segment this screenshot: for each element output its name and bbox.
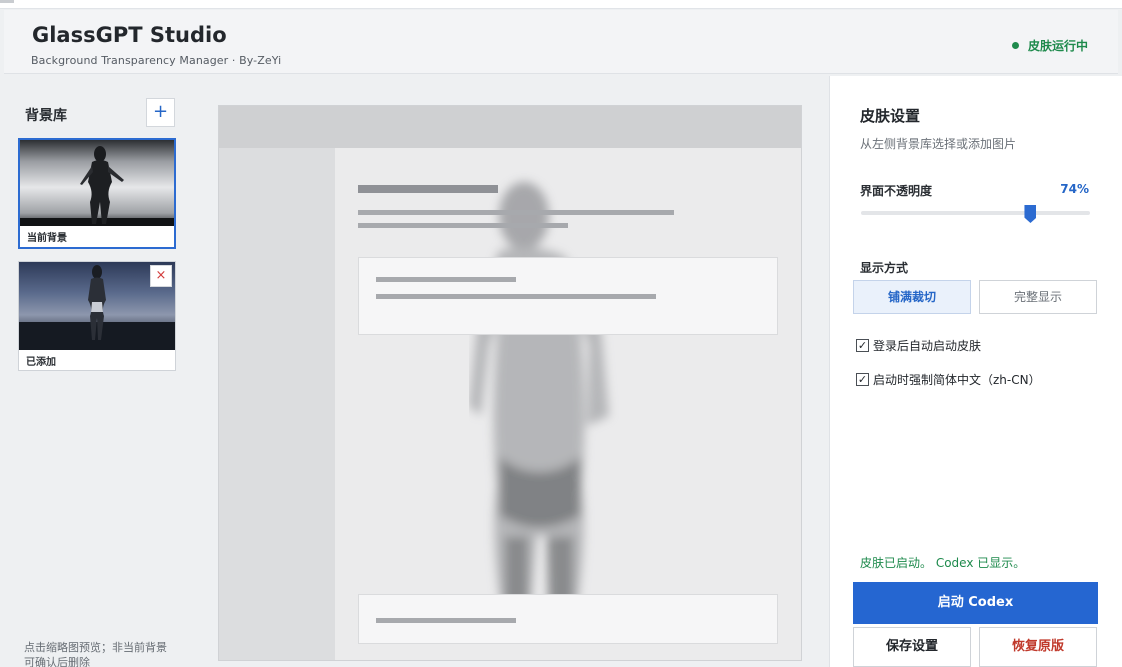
skin-preview — [218, 105, 802, 661]
preview-card-line — [376, 294, 656, 299]
preview-text-line — [358, 210, 674, 215]
preview-text-line — [358, 223, 568, 228]
preview-sidebar — [219, 148, 335, 660]
preview-input-line — [376, 618, 516, 623]
status-message: 皮肤已启动。 Codex 已显示。 — [860, 556, 1026, 570]
window-top-edge — [0, 0, 1122, 9]
delete-background-button[interactable]: × — [150, 265, 172, 287]
status-dot-icon — [1011, 42, 1019, 49]
opacity-label: 界面不透明度 — [860, 184, 933, 198]
slider-track — [861, 211, 1090, 215]
library-title: 背景库 — [25, 108, 67, 124]
preview-heading-line — [358, 185, 498, 193]
app-header: GlassGPT Studio Background Transparency … — [4, 10, 1118, 74]
background-library: 背景库 + 当前背景 × 已添加 点击缩略图预览；非当前背景可确认后删除 — [0, 76, 185, 667]
preview-titlebar — [219, 106, 801, 148]
thumbnail-image — [20, 140, 174, 226]
launch-codex-button[interactable]: 启动 Codex — [853, 582, 1098, 624]
force-zh-cn-checkbox-row[interactable]: ✓ 启动时强制简体中文（zh-CN） — [856, 371, 1041, 388]
settings-subtitle: 从左侧背景库选择或添加图片 — [860, 137, 1017, 151]
settings-title: 皮肤设置 — [860, 107, 921, 125]
checkbox-label: 启动时强制简体中文（zh-CN） — [873, 373, 1041, 387]
preview-figure-image — [469, 182, 609, 626]
checkbox-checked-icon[interactable]: ✓ — [856, 373, 869, 386]
mode-button-fill-crop[interactable]: 铺满裁切 — [853, 280, 971, 314]
background-thumbnail-added[interactable]: × 已添加 — [18, 261, 176, 371]
mode-button-fit-full[interactable]: 完整显示 — [979, 280, 1097, 314]
app-title: GlassGPT Studio — [32, 23, 227, 47]
figure-silhouette-image — [20, 146, 174, 226]
restore-original-button[interactable]: 恢复原版 — [979, 627, 1097, 667]
save-settings-button[interactable]: 保存设置 — [853, 627, 971, 667]
opacity-value: 74% — [1060, 182, 1089, 196]
slider-handle[interactable] — [1024, 205, 1037, 223]
app-subtitle: Background Transparency Manager · By-ZeY… — [31, 54, 282, 67]
skin-status: 皮肤运行中 — [1011, 37, 1088, 54]
thumbnail-caption: 已添加 — [26, 357, 56, 368]
library-hint: 点击缩略图预览；非当前背景可确认后删除 — [24, 641, 167, 667]
skin-settings-panel: 皮肤设置 从左侧背景库选择或添加图片 界面不透明度 74% 显示方式 铺满裁切 … — [829, 76, 1122, 667]
window-corner — [0, 0, 14, 3]
skin-status-text: 皮肤运行中 — [1027, 39, 1088, 53]
preview-card-line — [376, 277, 516, 282]
thumbnail-caption: 当前背景 — [27, 233, 67, 244]
opacity-slider[interactable] — [861, 205, 1090, 223]
thumbnail-image: × — [19, 262, 175, 350]
display-mode-label: 显示方式 — [860, 261, 909, 275]
auto-start-checkbox-row[interactable]: ✓ 登录后自动启动皮肤 — [856, 337, 981, 354]
add-background-button[interactable]: + — [146, 98, 175, 127]
checkbox-checked-icon[interactable]: ✓ — [856, 339, 869, 352]
background-thumbnail-current[interactable]: 当前背景 — [18, 138, 176, 249]
checkbox-label: 登录后自动启动皮肤 — [873, 339, 982, 353]
